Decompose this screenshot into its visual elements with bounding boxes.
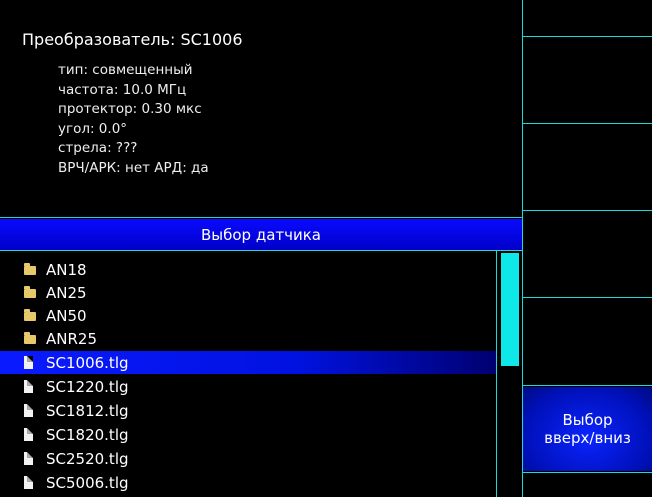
detail-angle: угол: 0.0° [58, 120, 128, 137]
folder-icon [24, 286, 36, 298]
file-icon [24, 404, 33, 417]
list-item-folder[interactable]: AN50 [0, 304, 496, 327]
select-up-down-button[interactable]: Выбор вверх/вниз [523, 387, 652, 471]
softkey-divider [523, 472, 652, 473]
select-up-down-line1: Выбор [562, 411, 613, 429]
detail-protector: протектор: 0.30 мкс [58, 101, 202, 117]
list-item-file[interactable]: SC1812.tlg [0, 399, 496, 422]
list-item-label: SC1820.tlg [46, 425, 129, 444]
list-item-label: AN50 [46, 306, 87, 325]
list-item-folder[interactable]: ANR25 [0, 327, 496, 350]
list-item-file[interactable]: SC1220.tlg [0, 375, 496, 398]
softkey-1[interactable] [523, 37, 652, 122]
folder-icon [24, 263, 36, 275]
list-item-file[interactable]: SC1820.tlg [0, 423, 496, 446]
softkey-4[interactable] [523, 298, 652, 385]
list-item-label: AN18 [46, 260, 87, 279]
file-icon [24, 428, 33, 441]
converter-details: тип: совмещенный частота: 10.0 МГц проте… [58, 61, 209, 178]
list-item-label: SC1812.tlg [46, 401, 129, 420]
list-item-label: SC1006.tlg [46, 353, 129, 372]
list-item-file-selected[interactable]: SC1006.tlg [0, 351, 496, 374]
file-icon [24, 356, 33, 369]
converter-title: Преобразователь: SC1006 [22, 30, 243, 49]
list-item-label: ANR25 [46, 329, 97, 348]
file-icon [24, 452, 33, 465]
file-icon [24, 380, 33, 393]
divider [0, 250, 522, 251]
list-item-label: SC1220.tlg [46, 377, 129, 396]
detail-vrch-ard: ВРЧ/АРК: нет АРД: да [58, 159, 209, 176]
list-item-label: SC2520.tlg [46, 449, 129, 468]
softkey-3[interactable] [523, 211, 652, 296]
converter-info-panel: Преобразователь: SC1006 тип: совмещенный… [0, 0, 522, 217]
detail-arrow: стрела: ??? [58, 140, 138, 156]
divider [0, 217, 522, 218]
list-item-folder[interactable]: AN25 [0, 281, 496, 304]
list-item-file[interactable]: SC2520.tlg [0, 447, 496, 470]
softkey-divider [523, 385, 652, 386]
list-item-label: AN25 [46, 283, 87, 302]
sensor-file-list[interactable]: AN18 AN25 AN50 ANR25 SC1006.tlg SC1220.t… [0, 252, 496, 497]
list-item-folder[interactable]: AN18 [0, 258, 496, 281]
folder-icon [24, 309, 36, 321]
list-item-label: SC5006.tlg [46, 473, 129, 492]
detail-frequency: частота: 10.0 МГц [58, 81, 187, 98]
softkey-2[interactable] [523, 124, 652, 209]
scrollbar-thumb[interactable] [501, 253, 519, 366]
folder-icon [24, 332, 36, 344]
sensor-select-header: Выбор датчика [0, 219, 522, 250]
detail-type: тип: совмещенный [58, 62, 193, 78]
select-up-down-line2: вверх/вниз [544, 429, 631, 447]
file-icon [24, 476, 33, 489]
list-item-file[interactable]: SC5006.tlg [0, 471, 496, 494]
